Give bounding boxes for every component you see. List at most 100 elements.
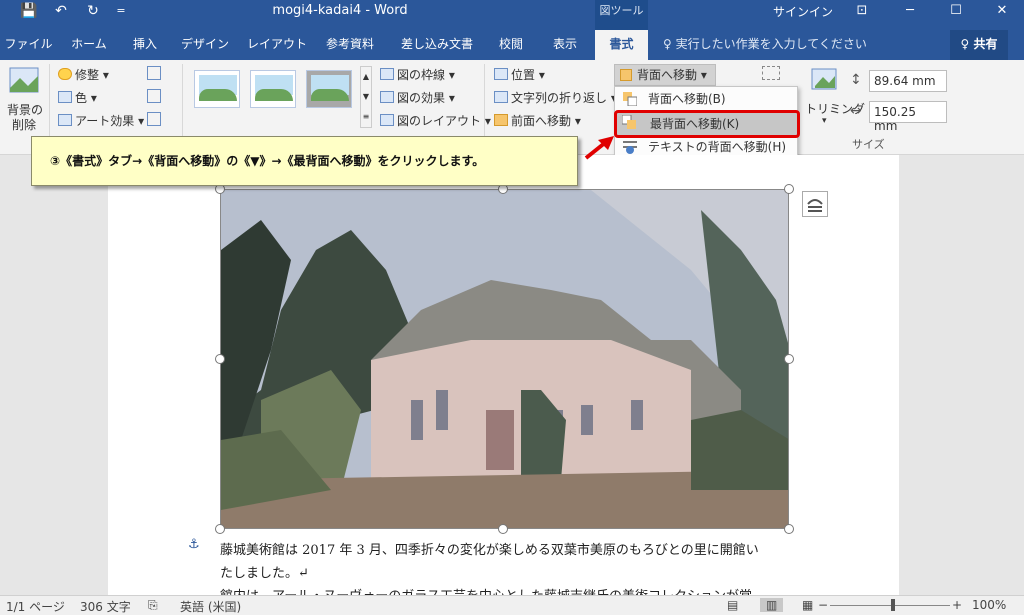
zoom-in-button[interactable]: + [952, 598, 962, 612]
picture-layout-button[interactable]: 図のレイアウト ▾ [380, 112, 491, 129]
body-text-line-1: 藤城美術館は 2017 年 3 月、四季折々の変化が楽しめる双葉市美原のもろびと… [220, 543, 759, 558]
zoom-level[interactable]: 100% [972, 598, 1006, 612]
height-icon: ↕ [850, 72, 862, 88]
crop-dropdown-icon[interactable]: ▾ [822, 116, 827, 126]
menu-item-label: 背面へ移動(B) [648, 92, 726, 106]
align-icon[interactable] [762, 66, 780, 80]
picture-style-3[interactable] [306, 70, 352, 108]
tab-references[interactable]: 参考資料 [316, 30, 384, 60]
resize-handle-se[interactable] [784, 524, 794, 534]
size-group-label: サイズ [852, 138, 885, 151]
tab-insert[interactable]: 挿入 [120, 30, 170, 60]
picture-layout-label: 図のレイアウト ▾ [397, 114, 491, 128]
wrap-text-button[interactable]: 文字列の折り返し ▾ [494, 89, 617, 106]
window-title: mogi4-kadai4 - Word [272, 3, 408, 18]
position-button[interactable]: 位置 ▾ [494, 66, 545, 83]
picture-border-label: 図の枠線 ▾ [397, 68, 455, 82]
send-backward-menu-icon [623, 92, 637, 106]
picture-effects-label: 図の効果 ▾ [397, 91, 455, 105]
picture-layout-icon [380, 114, 394, 126]
width-input[interactable]: 150.25 mm [869, 101, 947, 133]
tab-design[interactable]: デザイン [175, 30, 235, 60]
bring-forward-button[interactable]: 前面へ移動 ▾ [494, 112, 581, 129]
menu-item-label: テキストの背面へ移動(H) [648, 140, 787, 154]
wrap-text-label: 文字列の折り返し ▾ [511, 91, 617, 105]
color-icon [58, 91, 72, 103]
share-button[interactable]: ♀ 共有 [950, 30, 1008, 60]
tab-home[interactable]: ホーム [60, 30, 118, 60]
zoom-slider[interactable] [830, 605, 950, 606]
tab-file[interactable]: ファイル [0, 30, 57, 60]
resize-handle-w[interactable] [215, 354, 225, 364]
read-mode-icon[interactable]: ▤ [727, 598, 738, 612]
remove-background-label-2[interactable]: 削除 [12, 116, 36, 133]
body-text-line-2: たしました。↵ [220, 566, 309, 581]
height-input[interactable]: 89.64 mm [869, 70, 947, 92]
body-text-line-3: 館内は、アール・ヌーヴォーのガラス工芸を中心とした藤城吉継氏の美術コレクションが… [220, 585, 752, 595]
title-bar: 💾 ↶ ↻ = mogi4-kadai4 - Word 図ツール サインイン ⊡… [0, 0, 1024, 30]
word-count[interactable]: 306 文字 [80, 598, 131, 615]
compress-pictures-icon[interactable] [147, 66, 161, 80]
resize-handle-e[interactable] [784, 354, 794, 364]
context-tool-label: 図ツール [595, 0, 648, 30]
corrections-button[interactable]: 修整 ▾ [58, 66, 109, 83]
picture-effects-button[interactable]: 図の効果 ▾ [380, 89, 455, 106]
change-picture-icon[interactable] [147, 89, 161, 103]
minimize-icon[interactable]: ─ [888, 0, 932, 22]
picture-border-icon [380, 68, 394, 80]
ribbon-display-icon[interactable]: ⊡ [840, 0, 884, 22]
picture-border-button[interactable]: 図の枠線 ▾ [380, 66, 455, 83]
zoom-out-button[interactable]: − [818, 598, 828, 612]
corrections-label: 修整 ▾ [75, 68, 109, 82]
print-layout-icon[interactable]: ▥ [760, 598, 784, 612]
send-backward-menu: 背面へ移動(B) 最背面へ移動(K) テキストの背面へ移動(H) [614, 86, 800, 158]
layout-options-icon[interactable] [802, 191, 828, 217]
resize-handle-ne[interactable] [784, 184, 794, 194]
menu-item-send-to-back[interactable]: 最背面へ移動(K) [614, 110, 800, 138]
tab-format[interactable]: 書式 [595, 30, 648, 60]
picture-style-2[interactable] [250, 70, 296, 108]
reset-picture-icon[interactable] [147, 112, 161, 126]
tab-view[interactable]: 表示 [541, 30, 589, 60]
selected-picture[interactable] [220, 189, 789, 529]
picture-style-1[interactable] [194, 70, 240, 108]
artistic-effects-label: アート効果 ▾ [75, 114, 145, 128]
resize-handle-sw[interactable] [215, 524, 225, 534]
behind-text-menu-icon [623, 141, 637, 154]
proofing-icon[interactable]: ⎘ [148, 598, 158, 613]
crop-icon[interactable] [811, 68, 839, 96]
page-count[interactable]: 1/1 ページ [6, 598, 65, 615]
artistic-effects-icon [58, 114, 72, 126]
menu-item-send-backward[interactable]: 背面へ移動(B) [615, 88, 797, 110]
maximize-icon[interactable]: ☐ [934, 0, 978, 22]
color-label: 色 ▾ [75, 91, 97, 105]
sun-icon [58, 68, 72, 80]
status-bar: 1/1 ページ 306 文字 ⎘ 英語 (米国) ▤ ▥ ▦ − + 100% [0, 595, 1024, 615]
web-layout-icon[interactable]: ▦ [802, 598, 813, 612]
resize-handle-s[interactable] [498, 524, 508, 534]
instruction-callout: ③《書式》タブ→《背面へ移動》の《▼》→《最背面へ移動》をクリックします。 [31, 136, 578, 186]
language-indicator[interactable]: 英語 (米国) [180, 598, 241, 615]
anchor-icon: ⚓ [188, 537, 200, 552]
artistic-effects-button[interactable]: アート効果 ▾ [58, 112, 144, 129]
picture-effects-icon [380, 91, 394, 103]
bring-forward-label: 前面へ移動 ▾ [511, 114, 581, 128]
tab-mailings[interactable]: 差し込み文書 [393, 30, 481, 60]
close-icon[interactable]: ✕ [980, 0, 1024, 22]
color-button[interactable]: 色 ▾ [58, 89, 97, 106]
tab-review[interactable]: 校閲 [488, 30, 534, 60]
send-to-back-menu-icon [622, 115, 636, 129]
menu-item-label: 最背面へ移動(K) [650, 117, 740, 131]
remove-background-icon [8, 66, 40, 94]
pointer-arrow-icon [584, 136, 614, 160]
zoom-slider-knob[interactable] [891, 599, 895, 611]
signin-link[interactable]: サインイン [773, 3, 833, 20]
styles-gallery-scroll[interactable]: ▲ ▼ ≡ [360, 66, 372, 128]
tab-layout[interactable]: レイアウト [243, 30, 311, 60]
position-icon [494, 68, 508, 80]
tell-me-search[interactable]: ♀ 実行したい作業を入力してください [663, 30, 867, 58]
width-icon: ↔ [850, 103, 862, 119]
send-backward-button[interactable]: 背面へ移動 ▾ [614, 64, 716, 86]
send-backward-label: 背面へ移動 ▾ [637, 68, 707, 82]
ribbon-tabs: ファイル ホーム 挿入 デザイン レイアウト 参考資料 差し込み文書 校閲 表示… [0, 30, 1024, 60]
